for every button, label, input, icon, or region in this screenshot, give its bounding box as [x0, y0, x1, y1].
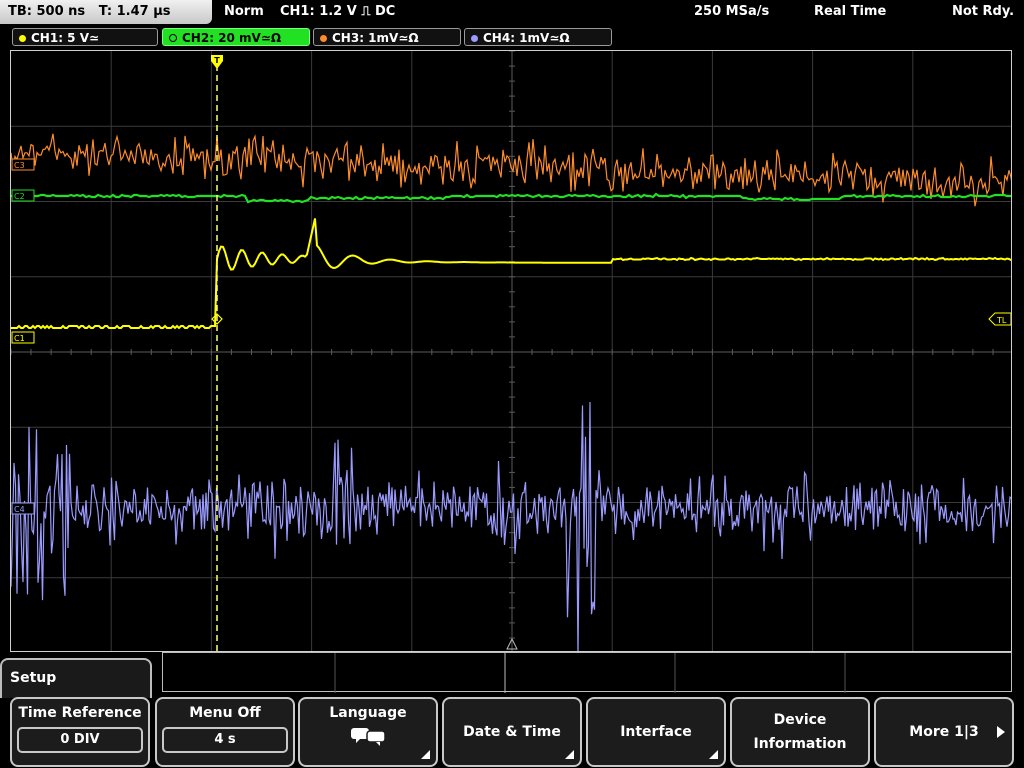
interface-label: Interface	[620, 724, 692, 740]
timebase-box[interactable]: TB: 500 ns T: 1.47 µs	[0, 0, 212, 24]
submenu-arrow-icon	[709, 750, 718, 759]
menu-title: Setup	[0, 658, 152, 698]
trigger-position-marker[interactable]: T	[211, 55, 223, 69]
ch1-color-dot	[19, 35, 26, 42]
svg-text:C3: C3	[14, 161, 25, 170]
svg-text:C4: C4	[14, 505, 25, 514]
ch1-label: CH1: 5 V≃	[31, 31, 100, 45]
time-reference-button[interactable]: Time Reference 0 DIV	[10, 697, 150, 767]
device-information-line2: Information	[753, 736, 847, 752]
device-information-button[interactable]: Device Information	[730, 697, 870, 767]
tab-ch2[interactable]: CH2: 20 mV≃Ω	[162, 28, 310, 46]
menu-off-label: Menu Off	[189, 705, 261, 721]
device-information-label: Device Information	[732, 708, 868, 756]
speech-bubbles-icon	[351, 728, 386, 746]
ch3-level-marker[interactable]: C3	[11, 158, 35, 171]
menu-info-dividers	[334, 653, 846, 693]
tab-ch3[interactable]: CH3: 1mV≃Ω	[313, 28, 461, 46]
acquisition-state: Not Rdy.	[952, 4, 1015, 19]
svg-text:T: T	[214, 56, 220, 65]
waveform-display[interactable]: T C3 C2 C1 C4 TL	[10, 50, 1012, 652]
time-reference-value[interactable]: 0 DIV	[17, 727, 143, 753]
waveform-canvas: T C3 C2 C1 C4 TL	[11, 51, 1011, 651]
interface-button[interactable]: Interface	[586, 697, 726, 767]
timebase-value: TB: 500 ns	[8, 4, 86, 19]
ch3-color-dot	[320, 35, 327, 42]
sample-rate: 250 MSa/s	[694, 4, 770, 19]
ch2-level-marker[interactable]: C2	[11, 189, 35, 202]
tab-ch4[interactable]: CH4: 1mV≃Ω	[464, 28, 612, 46]
more-button[interactable]: More 1|3	[874, 697, 1014, 767]
date-time-button[interactable]: Date & Time	[442, 697, 582, 767]
trigger-time-value: T: 1.47 µs	[98, 4, 171, 19]
acquisition-mode: Real Time	[814, 4, 887, 19]
language-button[interactable]: Language	[298, 697, 438, 767]
ch4-level-marker[interactable]: C4	[11, 502, 35, 515]
ch2-label: CH2: 20 mV≃Ω	[182, 31, 282, 45]
menu-off-button[interactable]: Menu Off 4 s	[155, 697, 295, 767]
ch4-color-dot	[471, 35, 478, 42]
ch4-label: CH4: 1mV≃Ω	[483, 31, 570, 45]
device-information-line1: Device	[773, 712, 827, 728]
menu-info-area	[162, 652, 1012, 693]
svg-text:C2: C2	[14, 192, 25, 201]
ch3-label: CH3: 1mV≃Ω	[332, 31, 419, 45]
menu-off-value[interactable]: 4 s	[162, 727, 288, 753]
submenu-arrow-icon	[565, 750, 574, 759]
svg-text:TL: TL	[996, 316, 1007, 325]
tab-ch1[interactable]: CH1: 5 V≃	[12, 28, 158, 46]
language-label: Language	[329, 705, 407, 721]
status-bar: TB: 500 ns T: 1.47 µs Norm CH1: 1.2 V ⎍ …	[0, 0, 1024, 26]
more-label: More 1|3	[909, 724, 979, 740]
graticule	[11, 51, 1011, 651]
svg-text:C1: C1	[14, 334, 25, 343]
submenu-arrow-icon	[421, 750, 430, 759]
time-reference-label: Time Reference	[18, 705, 142, 721]
next-page-arrow-icon	[997, 726, 1005, 738]
ch2-color-dot	[169, 34, 177, 42]
trigger-mode[interactable]: Norm	[224, 0, 264, 24]
ch1-level-marker[interactable]: C1	[11, 331, 35, 344]
trigger-info[interactable]: CH1: 1.2 V ⎍ DC	[280, 0, 395, 24]
trigger-level-marker[interactable]: TL	[988, 312, 1011, 326]
date-time-label: Date & Time	[463, 724, 561, 740]
